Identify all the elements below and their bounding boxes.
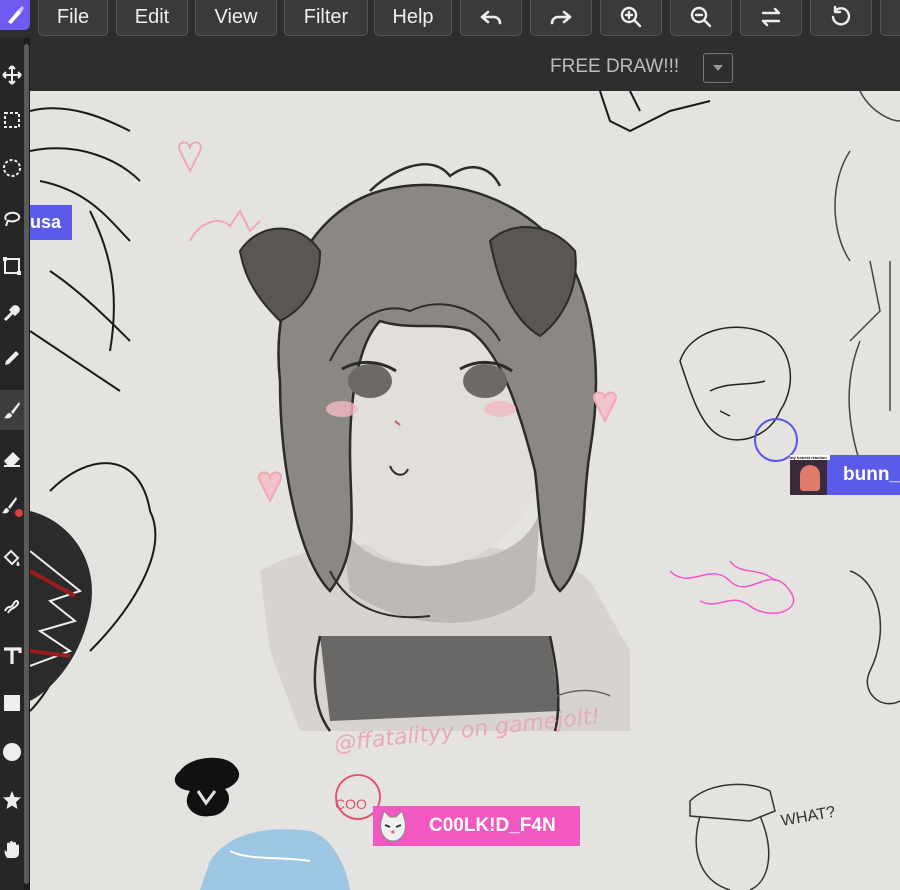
smudge-icon	[4, 600, 20, 614]
redo-icon	[550, 10, 572, 25]
pencil-icon	[5, 351, 19, 365]
blue-hair-sketch	[200, 829, 350, 890]
small-face-sketch	[679, 326, 792, 441]
tool-rectangle[interactable]	[0, 683, 24, 723]
user-name-left: usa	[30, 212, 62, 232]
ellipse-icon	[3, 743, 21, 761]
dark-creature-sketch	[30, 511, 92, 701]
menu-bar: File Edit View Filter Help	[0, 0, 900, 38]
app-logo[interactable]	[0, 0, 30, 30]
avatar: my honest reaction	[790, 455, 830, 495]
tool-eraser[interactable]	[0, 438, 24, 478]
user-tag-left: usa	[30, 205, 72, 240]
reset-button[interactable]	[810, 0, 872, 36]
tool-hand[interactable]	[0, 830, 24, 870]
lasso-select-icon	[3, 159, 21, 177]
swap-icon	[761, 7, 781, 27]
edit-menu[interactable]: Edit	[116, 0, 188, 36]
rect-select-icon	[4, 112, 20, 128]
view-menu[interactable]: View	[195, 0, 277, 36]
zoom-in-icon	[620, 6, 642, 28]
user-tag-bunny: my honest reaction bunn_	[790, 455, 900, 495]
room-bar: FREE DRAW!!!	[30, 38, 900, 91]
main-character-drawing	[238, 163, 630, 732]
paint-bucket-icon	[3, 549, 20, 566]
user-name-cool: C00LK!D_F4N	[429, 815, 556, 836]
room-name: FREE DRAW!!!	[550, 56, 680, 77]
tool-move[interactable]	[0, 55, 24, 95]
zoom-in-button[interactable]	[600, 0, 662, 36]
filter-menu[interactable]: Filter	[284, 0, 368, 36]
user-name-bunny: bunn_	[843, 464, 900, 485]
bottom-right-sketch	[689, 570, 900, 890]
extra-button[interactable]	[880, 0, 900, 36]
redo-button[interactable]	[530, 0, 592, 36]
cat-avatar-icon	[373, 806, 413, 846]
right-figure-sketch	[834, 91, 900, 492]
undo-icon	[480, 10, 502, 25]
tool-brush[interactable]	[0, 390, 24, 430]
tool-transform[interactable]	[0, 246, 24, 286]
zoom-out-icon	[690, 6, 712, 28]
coo-text: COO	[335, 796, 367, 812]
move-icon	[2, 65, 22, 85]
hand-icon	[4, 841, 20, 858]
tool-eyedropper[interactable]	[0, 293, 24, 333]
avatar-caption: my honest reaction	[790, 455, 830, 460]
tool-ellipse[interactable]	[0, 732, 24, 772]
lasso-icon	[4, 211, 21, 227]
brush-logo-icon	[8, 6, 24, 24]
file-menu[interactable]: File	[38, 0, 108, 36]
tool-pencil[interactable]	[0, 338, 24, 378]
tool-rect-select[interactable]	[0, 100, 24, 140]
help-menu[interactable]: Help	[374, 0, 452, 36]
tool-text[interactable]	[0, 636, 24, 676]
tool-brush-color[interactable]	[0, 486, 24, 526]
brush-icon	[4, 402, 20, 419]
eraser-icon	[4, 452, 20, 467]
rectangle-icon	[4, 695, 20, 711]
what-text: WHAT?	[780, 804, 837, 830]
color-brush-icon	[2, 497, 23, 517]
chevron-down-icon	[713, 65, 723, 71]
star-icon	[3, 791, 21, 809]
tool-star[interactable]	[0, 780, 24, 820]
zoom-out-button[interactable]	[670, 0, 732, 36]
canvas-artwork: WHAT? @ffatalityy on gamejolt! COO	[30, 91, 900, 890]
pink-scribble	[669, 560, 795, 614]
user-tag-cool: C00LK!D_F4N	[373, 806, 580, 846]
room-dropdown[interactable]	[703, 53, 733, 83]
undo-button[interactable]	[460, 0, 522, 36]
tool-panel	[0, 38, 24, 890]
eyedropper-icon	[3, 305, 20, 322]
top-sketch	[599, 91, 711, 133]
tool-lasso-select[interactable]	[0, 148, 24, 188]
swap-button[interactable]	[740, 0, 802, 36]
black-blob-doodle	[174, 757, 240, 817]
tool-scrollbar-thumb[interactable]	[24, 44, 29, 884]
drawing-canvas[interactable]: WHAT? @ffatalityy on gamejolt! COO usa m…	[30, 91, 900, 890]
tool-freehand-select[interactable]	[0, 198, 24, 238]
transform-icon	[3, 257, 21, 275]
reset-icon	[831, 5, 851, 26]
text-icon	[4, 647, 22, 664]
tool-fill[interactable]	[0, 538, 24, 578]
tool-smudge[interactable]	[0, 586, 24, 626]
